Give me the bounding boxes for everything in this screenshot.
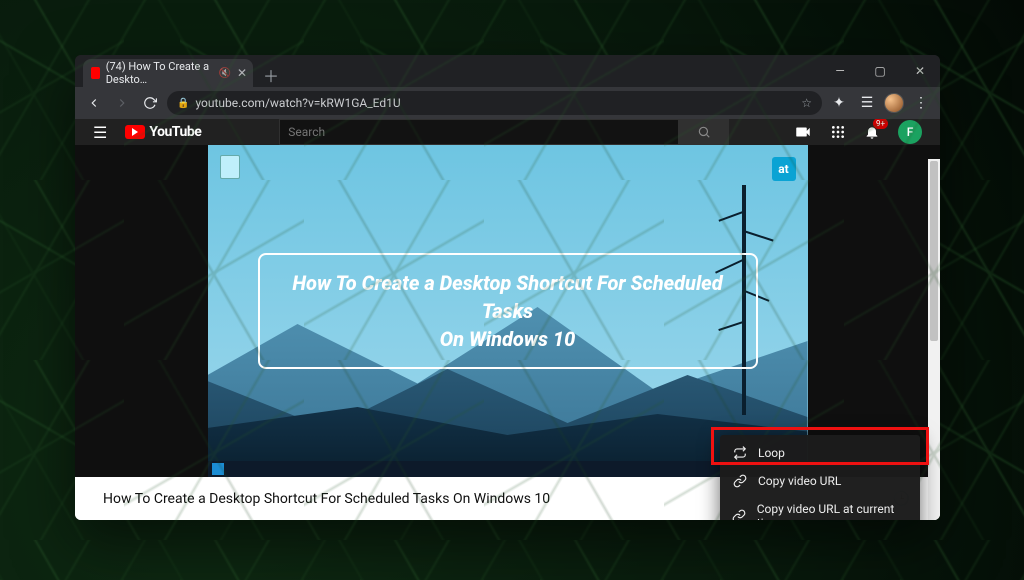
user-initial: F <box>907 125 914 139</box>
youtube-header: ☰ YouTube <box>75 119 940 145</box>
player-container: at How To Create a Desktop Shortcut For … <box>75 145 940 477</box>
chrome-menu-icon[interactable]: ⋮ <box>910 92 932 114</box>
browser-toolbar: 🔒 youtube.com/watch?v=kRW1GA_Ed1U ☆ ✦ ☰ … <box>75 87 940 119</box>
document-icon <box>220 155 240 179</box>
create-video-icon[interactable] <box>794 123 812 141</box>
browser-tab[interactable]: (74) How To Create a Deskto… 🔇 ✕ <box>83 59 253 87</box>
video-context-menu: Loop Copy video URL Copy video URL at cu… <box>720 435 920 520</box>
link-icon <box>732 474 748 488</box>
profile-avatar[interactable] <box>884 93 904 113</box>
youtube-logo-text: YouTube <box>149 124 201 140</box>
reload-button[interactable] <box>139 92 161 114</box>
window-controls: — ▢ ✕ <box>820 55 940 87</box>
notification-badge: 9+ <box>873 119 888 129</box>
chrome-window: (74) How To Create a Deskto… 🔇 ✕ ＋ — ▢ ✕ <box>75 55 940 520</box>
page-content: ☰ YouTube <box>75 119 940 520</box>
reading-list-icon[interactable]: ☰ <box>856 92 878 114</box>
minimize-button[interactable]: — <box>820 55 860 87</box>
apps-grid-icon[interactable] <box>830 124 846 140</box>
context-item-copy-url-time[interactable]: Copy video URL at current time <box>720 495 920 520</box>
tab-muted-icon[interactable]: 🔇 <box>218 68 230 79</box>
at-logo-icon: at <box>772 157 796 181</box>
lock-icon: 🔒 <box>177 98 189 109</box>
user-avatar[interactable]: F <box>898 120 922 144</box>
context-item-copy-url[interactable]: Copy video URL <box>720 467 920 495</box>
extensions-icon[interactable]: ✦ <box>828 92 850 114</box>
back-button[interactable] <box>83 92 105 114</box>
video-player[interactable]: at How To Create a Desktop Shortcut For … <box>208 145 808 477</box>
address-bar[interactable]: 🔒 youtube.com/watch?v=kRW1GA_Ed1U ☆ <box>167 91 822 115</box>
maximize-button[interactable]: ▢ <box>860 55 900 87</box>
tab-close-icon[interactable]: ✕ <box>237 66 247 80</box>
video-overlay-title: How To Create a Desktop Shortcut For Sch… <box>258 253 758 369</box>
youtube-search <box>279 119 729 145</box>
desktop-wallpaper: (74) How To Create a Deskto… 🔇 ✕ ＋ — ▢ ✕ <box>0 0 1024 580</box>
loop-icon <box>732 446 748 460</box>
youtube-play-icon <box>125 125 145 139</box>
youtube-favicon-icon <box>91 67 100 79</box>
forward-button[interactable] <box>111 92 133 114</box>
video-taskbar-graphic <box>208 461 808 477</box>
tab-title: (74) How To Create a Deskto… <box>106 60 213 86</box>
close-window-button[interactable]: ✕ <box>900 55 940 87</box>
youtube-logo[interactable]: YouTube <box>125 124 201 140</box>
link-icon <box>732 509 747 520</box>
window-titlebar: (74) How To Create a Deskto… 🔇 ✕ ＋ — ▢ ✕ <box>75 55 940 87</box>
guide-menu-button[interactable]: ☰ <box>93 123 107 142</box>
new-tab-button[interactable]: ＋ <box>259 63 283 87</box>
page-scrollbar[interactable] <box>928 159 940 520</box>
video-title: How To Create a Desktop Shortcut For Sch… <box>103 491 550 507</box>
context-item-loop[interactable]: Loop <box>720 439 920 467</box>
url-text: youtube.com/watch?v=kRW1GA_Ed1U <box>195 96 400 110</box>
search-button[interactable] <box>679 119 729 145</box>
search-input[interactable] <box>279 119 679 145</box>
notifications-icon[interactable]: 9+ <box>864 124 880 140</box>
bookmark-icon[interactable]: ☆ <box>801 96 812 110</box>
